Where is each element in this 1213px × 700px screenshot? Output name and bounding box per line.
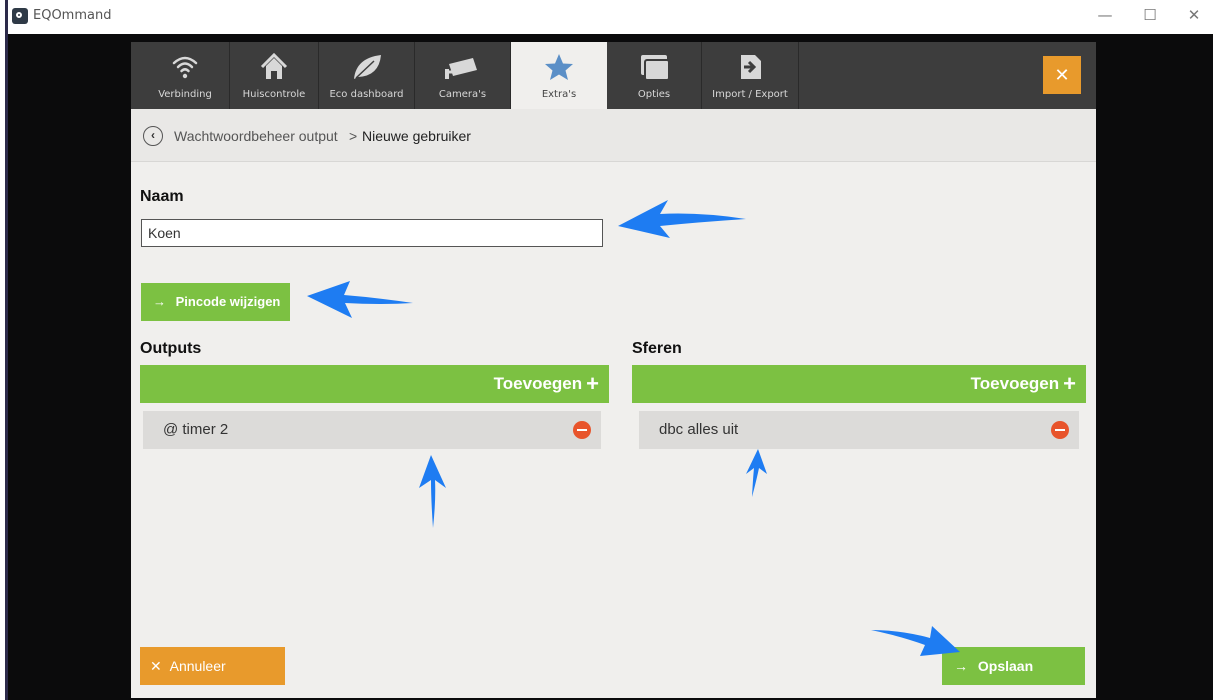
annotation-arrow-icon — [307, 281, 413, 318]
annotation-arrow-icon — [419, 455, 446, 528]
annotation-arrow-icon — [618, 200, 746, 238]
annotation-arrow-icon — [746, 449, 767, 497]
annotation-arrow-icon — [871, 626, 960, 656]
annotation-arrows — [307, 200, 960, 656]
